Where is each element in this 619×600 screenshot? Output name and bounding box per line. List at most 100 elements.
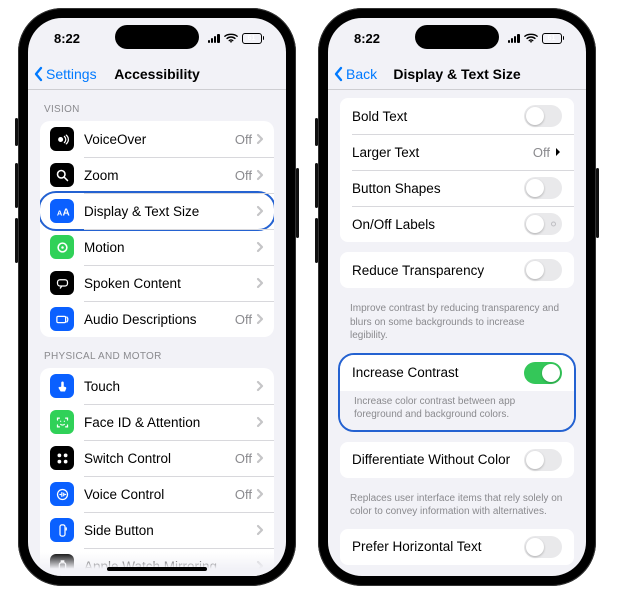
chevron-right-icon — [256, 205, 264, 217]
back-label: Settings — [46, 66, 97, 82]
sidebtn-icon — [50, 518, 74, 542]
group-physical: Touch Face ID & Attention Switch Control… — [40, 368, 274, 576]
row-label: VoiceOver — [84, 132, 235, 147]
section-header-physical: PHYSICAL AND MOTOR — [28, 337, 286, 368]
settings-group: Prefer Horizontal Text — [340, 529, 574, 565]
status-time: 8:22 — [54, 31, 80, 46]
touch-icon — [50, 374, 74, 398]
chevron-right-icon — [256, 380, 264, 392]
row-label: Button Shapes — [352, 181, 524, 196]
battery-icon: 61 — [242, 33, 265, 44]
row-motion[interactable]: Motion — [40, 229, 274, 265]
row-larger-text[interactable]: Larger Text Off — [340, 134, 574, 170]
chevron-left-icon — [334, 66, 344, 82]
row-label: Audio Descriptions — [84, 312, 235, 327]
row-label: Side Button — [84, 523, 256, 538]
cellular-icon — [208, 33, 220, 43]
row-bold-text[interactable]: Bold Text — [340, 98, 574, 134]
chevron-right-icon — [256, 169, 264, 181]
row-label: Face ID & Attention — [84, 415, 256, 430]
row-audiodesc[interactable]: Audio Descriptions Off — [40, 301, 274, 337]
section-footer: Prefer horizontal text in languages that… — [328, 575, 586, 577]
settings-group: Bold Text Larger Text Off Button Shapes … — [340, 98, 574, 242]
row-textsize[interactable]: AA Display & Text Size — [40, 191, 274, 231]
toggle[interactable] — [524, 177, 562, 199]
row-label: Touch — [84, 379, 256, 394]
back-button[interactable]: Settings — [34, 66, 97, 82]
voiceover-icon — [50, 127, 74, 151]
row-spoken[interactable]: Spoken Content — [40, 265, 274, 301]
chevron-right-icon — [256, 133, 264, 145]
audiodesc-icon — [50, 307, 74, 331]
row-label: Display & Text Size — [84, 204, 256, 219]
row-value: Off — [235, 312, 252, 327]
navbar: Settings Accessibility — [28, 58, 286, 90]
row-zoom[interactable]: Zoom Off — [40, 157, 274, 193]
chevron-right-icon — [256, 416, 264, 428]
row-value: Off — [235, 168, 252, 183]
highlighted-group: Increase Contrast Increase color contras… — [338, 353, 576, 432]
row-label: Voice Control — [84, 487, 235, 502]
row-value: Off — [235, 451, 252, 466]
switch-icon — [50, 446, 74, 470]
textsize-icon: AA — [50, 199, 74, 223]
section-footer: Replaces user interface items that rely … — [328, 488, 586, 529]
wifi-icon — [224, 32, 238, 44]
toggle[interactable] — [524, 259, 562, 281]
back-button[interactable]: Back — [334, 66, 377, 82]
row-voicectl[interactable]: Voice Control Off — [40, 476, 274, 512]
row-on-off-labels[interactable]: On/Off Labels — [340, 206, 574, 242]
row-touch[interactable]: Touch — [40, 368, 274, 404]
row-value: Off — [235, 487, 252, 502]
section-footer: Improve contrast by reducing transparenc… — [328, 298, 586, 353]
chevron-right-icon — [256, 452, 264, 464]
settings-group: Reduce Transparency — [340, 252, 574, 288]
row-voiceover[interactable]: VoiceOver Off — [40, 121, 274, 157]
row-value: Off — [533, 145, 550, 160]
row-label: Increase Contrast — [352, 365, 524, 380]
settings-list[interactable]: VISION VoiceOver Off Zoom Off AA Display… — [28, 90, 286, 576]
phone-display-text-size: 8:22 61 Back Display & Text Size Bold Te… — [318, 8, 596, 586]
dynamic-island — [115, 25, 199, 49]
chevron-left-icon — [34, 66, 44, 82]
back-label: Back — [346, 66, 377, 82]
chevron-right-icon — [256, 241, 264, 253]
section-footer: Increase color contrast between app fore… — [340, 391, 574, 430]
cellular-icon — [508, 33, 520, 43]
toggle[interactable] — [524, 105, 562, 127]
row-label: Larger Text — [352, 145, 533, 160]
toggle[interactable] — [524, 213, 562, 235]
zoom-icon — [50, 163, 74, 187]
row-sidebtn[interactable]: Side Button — [40, 512, 274, 548]
spoken-icon — [50, 271, 74, 295]
row-label: Reduce Transparency — [352, 263, 524, 278]
row-label: Zoom — [84, 168, 235, 183]
toggle[interactable] — [524, 536, 562, 558]
row-reduce-transparency[interactable]: Reduce Transparency — [340, 252, 574, 288]
page-title: Display & Text Size — [393, 66, 520, 82]
row-label: Bold Text — [352, 109, 524, 124]
battery-icon: 61 — [542, 33, 565, 44]
home-indicator[interactable] — [107, 567, 207, 571]
row-button-shapes[interactable]: Button Shapes — [340, 170, 574, 206]
voicectl-icon — [50, 482, 74, 506]
chevron-right-icon — [554, 146, 562, 158]
page-title: Accessibility — [114, 66, 200, 82]
chevron-right-icon — [256, 313, 264, 325]
row-faceid[interactable]: Face ID & Attention — [40, 404, 274, 440]
group-vision: VoiceOver Off Zoom Off AA Display & Text… — [40, 121, 274, 337]
row-prefer-horizontal-text[interactable]: Prefer Horizontal Text — [340, 529, 574, 565]
toggle[interactable] — [524, 362, 562, 384]
wifi-icon — [524, 32, 538, 44]
settings-list[interactable]: Bold Text Larger Text Off Button Shapes … — [328, 90, 586, 576]
row-switch[interactable]: Switch Control Off — [40, 440, 274, 476]
faceid-icon — [50, 410, 74, 434]
motion-icon — [50, 235, 74, 259]
chevron-right-icon — [256, 488, 264, 500]
chevron-right-icon — [256, 524, 264, 536]
row-differentiate-without-color[interactable]: Differentiate Without Color — [340, 442, 574, 478]
row-label: Spoken Content — [84, 276, 256, 291]
toggle[interactable] — [524, 449, 562, 471]
row-increase-contrast[interactable]: Increase Contrast — [340, 355, 574, 391]
dynamic-island — [415, 25, 499, 49]
